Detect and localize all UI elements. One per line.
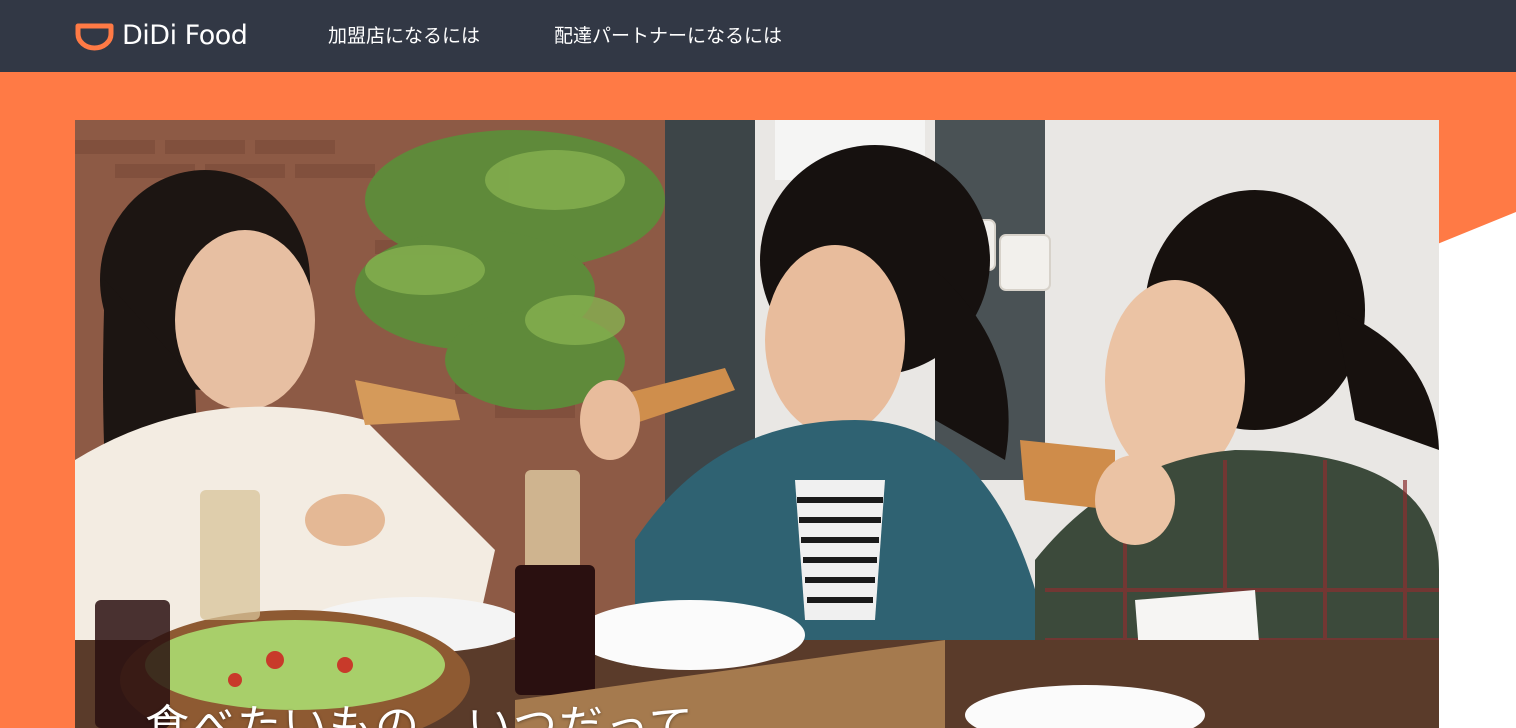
didi-food-logo[interactable]: DiDi Food xyxy=(75,20,248,52)
hero-photo: 食べたいもの、いつだって xyxy=(75,120,1439,728)
logo-text: DiDi Food xyxy=(122,20,248,51)
nav-become-delivery-partner[interactable]: 配達パートナーになるには xyxy=(554,22,782,50)
site-header: DiDi Food 加盟店になるには 配達パートナーになるには xyxy=(0,0,1516,72)
hero-photo-illustration xyxy=(75,120,1439,728)
didi-logo-icon xyxy=(75,23,114,51)
hero-title: 食べたいもの、いつだって xyxy=(145,701,695,728)
nav-become-merchant[interactable]: 加盟店になるには xyxy=(328,22,480,50)
